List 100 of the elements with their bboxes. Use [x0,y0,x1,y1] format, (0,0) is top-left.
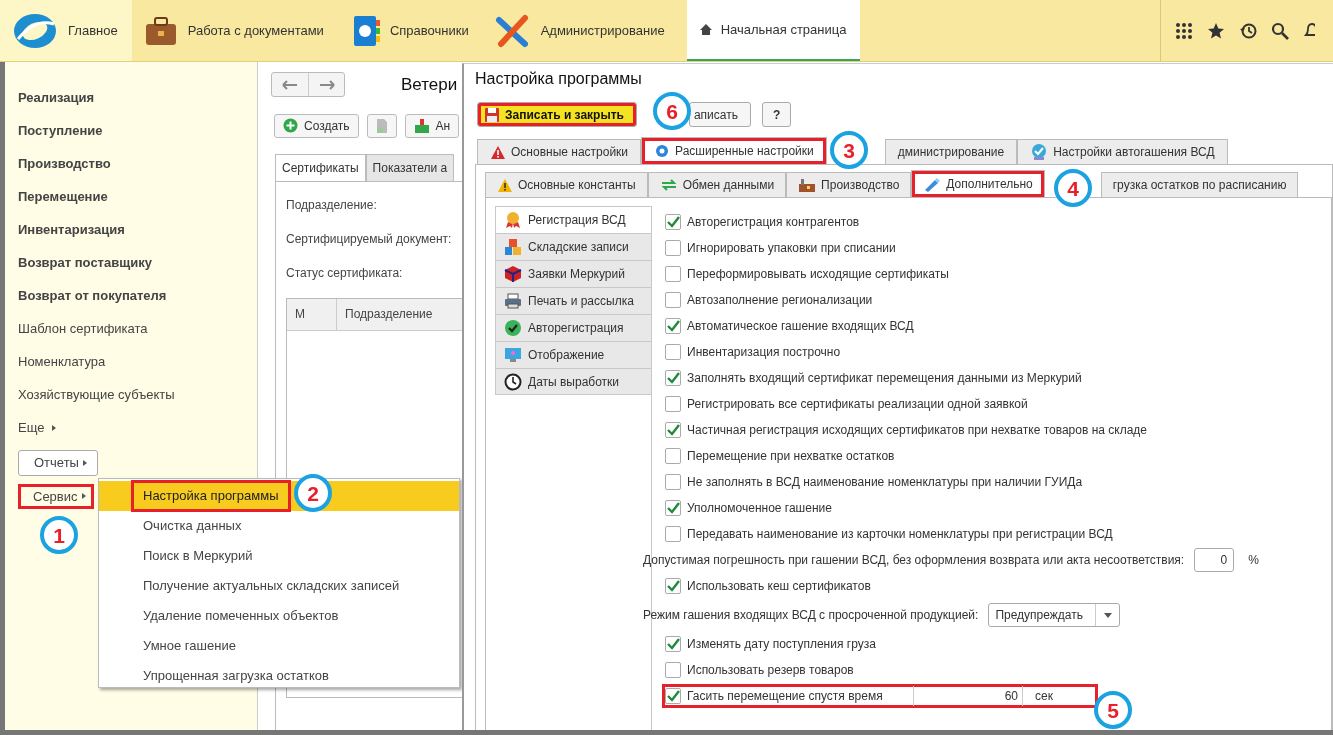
checkbox[interactable] [665,578,681,594]
check-icon [666,579,680,593]
checkbox-label: Автозаполнение регионализации [687,292,873,309]
checkbox[interactable] [665,500,681,516]
badge-icon [1030,143,1049,161]
blocks-icon [504,238,522,256]
third-button[interactable]: Ан [404,113,460,138]
history-icon[interactable] [1239,21,1257,40]
section-tab[interactable]: Администрирование [482,0,679,61]
help-button[interactable]: ? [762,102,792,127]
settings-tab[interactable]: Настройки автогашения ВСД [1017,139,1228,164]
checkbox-label: Гасить перемещение спустя время [687,688,884,705]
settings-tab[interactable]: Основные настройки [477,139,642,164]
exchange-arrows-icon [659,178,678,192]
checkbox-label: Изменять дату поступления груза [687,636,876,653]
floppy-icon [484,106,500,123]
form-tab[interactable]: Сертификаты [275,153,366,181]
reports-button[interactable]: Отчеты [18,450,98,476]
section-tab[interactable]: Главное [0,0,132,61]
settings-tab[interactable]: Дополнительно [911,170,1045,197]
search-icon[interactable] [1271,21,1289,40]
select-field[interactable]: Предупреждать [988,603,1121,627]
menu-item[interactable]: Упрощенная загрузка остатков [131,660,341,692]
side-tab[interactable]: Авторегистрация [495,314,651,341]
settings-tab[interactable]: дминистрирование [884,139,1018,164]
checkbox[interactable] [665,240,681,256]
checkbox[interactable] [665,636,681,652]
service-button[interactable]: Сервис [18,483,94,509]
sidebar-link[interactable]: Хозяйствующие субъекты [18,384,175,405]
checkbox[interactable] [665,214,681,230]
checkbox[interactable] [665,448,681,464]
column-header[interactable]: Подразделение [337,298,457,330]
menu-item[interactable]: Удаление помеченных объектов [131,600,351,632]
checkbox[interactable] [665,526,681,542]
settings-tab[interactable]: Основные константы [485,172,648,197]
sidebar-link[interactable]: Возврат от покупателя [18,285,167,306]
section-tab[interactable]: Работа с документами [131,0,338,61]
cube-icon [504,265,522,283]
warning-icon [497,177,513,193]
check-icon [666,319,680,333]
checkbox-label: Перемещение при нехватке остатков [687,448,895,465]
save-close-button[interactable]: Записать и закрыть [477,102,637,127]
briefcase-icon [143,14,178,47]
checkbox[interactable] [665,370,681,386]
side-tab[interactable]: Даты выработки [495,368,651,395]
checkbox-label: Регистрировать все сертификаты реализации одной заявкой [687,396,1028,413]
checkbox-label: Передавать наименование из карточки номенклатуры при регистрации ВСД [687,526,1113,543]
check-badge-icon [504,319,522,337]
sidebar-link[interactable]: Номенклатура [18,351,106,372]
side-tab[interactable]: Складские записи [495,233,651,260]
checkbox[interactable] [665,344,681,360]
menu-item[interactable]: Получение актуальных складских записей [131,570,412,602]
unit-label: сек [1034,688,1054,705]
clock-icon [504,372,522,391]
form-tab[interactable]: Показатели а [365,153,455,181]
number-field[interactable]: 0 [1194,548,1235,572]
settings-tab[interactable]: Производство [786,172,912,197]
checkbox[interactable] [665,688,681,704]
sidebar-link[interactable]: Поступление [18,120,103,141]
checkbox[interactable] [665,662,681,678]
settings-tab[interactable]: грузка остатков по расписанию [1100,172,1299,197]
swirl-logo-icon [12,11,58,50]
side-tab[interactable]: Заявки Меркурий [495,260,651,287]
checkbox[interactable] [665,422,681,438]
menu-item[interactable]: Поиск в Меркурий [131,540,265,572]
checkbox[interactable] [665,292,681,308]
column-header[interactable]: М [287,298,337,330]
star-icon[interactable] [1207,21,1225,40]
sidebar-link[interactable]: Инвентаризация [18,219,125,240]
apps-icon[interactable] [1175,21,1193,40]
settings-tab[interactable]: Обмен данными [647,172,787,197]
sidebar-link[interactable]: Реализация [18,87,95,108]
open-tab[interactable]: Начальная страница [686,0,861,61]
more-link[interactable]: Еще [18,417,57,438]
checkbox-label: Авторегистрация контрагентов [687,214,860,231]
section-tab[interactable]: Справочники [337,0,483,61]
check-icon [666,689,680,703]
page-title: Ветери [401,74,458,96]
field-label: Допустимая погрешность при гашении ВСД, без оформления возврата или акта несоответствия: [643,552,1185,569]
menu-item[interactable]: Настройка программы [131,480,291,512]
create-button[interactable]: Создать [274,113,359,138]
sidebar-link[interactable]: Шаблон сертификата [18,318,148,339]
checkbox[interactable] [665,396,681,412]
side-tab[interactable]: Отображение [495,341,651,368]
checkbox[interactable] [665,266,681,282]
checkbox[interactable] [665,318,681,334]
menu-item[interactable]: Умное гашение [131,630,248,662]
sidebar-link[interactable]: Перемещение [18,186,108,207]
field-label: Сертифицируемый документ: [286,231,452,246]
side-tab[interactable]: Печать и рассылка [495,287,651,314]
sidebar-link[interactable]: Производство [18,153,111,174]
save-button[interactable]: аписать [688,102,751,127]
check-icon [666,423,680,437]
home-icon [698,23,713,36]
sidebar-link[interactable]: Возврат поставщику [18,252,152,273]
checkbox[interactable] [665,474,681,490]
settings-tab[interactable]: Расширенные настройки [641,137,827,164]
time-field[interactable]: 60 [913,686,1023,706]
menu-item[interactable]: Очистка данных [131,510,254,542]
side-tab[interactable]: Регистрация ВСД [495,206,651,233]
